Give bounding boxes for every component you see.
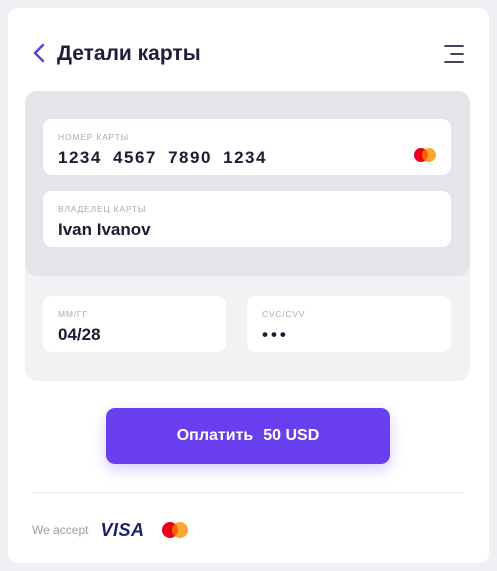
payment-card-screen: Детали карты НОМЕР КАРТЫ 1234 4567 7890 … [8, 8, 489, 563]
accept-label: We accept [32, 523, 89, 537]
card-number-value: 1234 4567 7890 1234 [58, 148, 267, 167]
accepted-payments: We accept VISA [32, 516, 191, 544]
header: Детали карты [8, 32, 489, 78]
cvc-value: ••• [262, 325, 289, 344]
menu-icon [444, 45, 464, 63]
menu-button[interactable] [442, 42, 466, 66]
back-button[interactable] [30, 40, 48, 66]
page-title: Детали карты [57, 42, 201, 65]
pay-button-amount: 50 USD [263, 427, 320, 444]
card-details-panel: НОМЕР КАРТЫ 1234 4567 7890 1234 ВЛАДЕЛЕЦ… [25, 91, 470, 381]
chevron-left-icon [33, 43, 45, 63]
card-owner-value: Ivan Ivanov [58, 220, 151, 239]
visa-logo: VISA [100, 519, 145, 540]
card-number-field[interactable]: НОМЕР КАРТЫ 1234 4567 7890 1234 [43, 119, 451, 175]
expiry-label: ММ/ГГ [58, 309, 88, 319]
card-owner-label: ВЛАДЕЛЕЦ КАРТЫ [58, 204, 147, 214]
cvc-label: CVC/CVV [262, 309, 306, 319]
pay-button-label: Оплатить [176, 427, 254, 444]
mastercard-icon [161, 522, 188, 538]
cvc-field[interactable]: CVC/CVV ••• [247, 296, 451, 352]
card-number-label: НОМЕР КАРТЫ [58, 132, 129, 142]
expiry-field[interactable]: ММ/ГГ 04/28 [43, 296, 226, 352]
mastercard-icon [414, 148, 436, 162]
card-owner-field[interactable]: ВЛАДЕЛЕЦ КАРТЫ Ivan Ivanov [43, 191, 451, 247]
expiry-value: 04/28 [58, 325, 101, 344]
divider [32, 492, 464, 493]
pay-button[interactable]: Оплатить 50 USD [106, 408, 390, 464]
